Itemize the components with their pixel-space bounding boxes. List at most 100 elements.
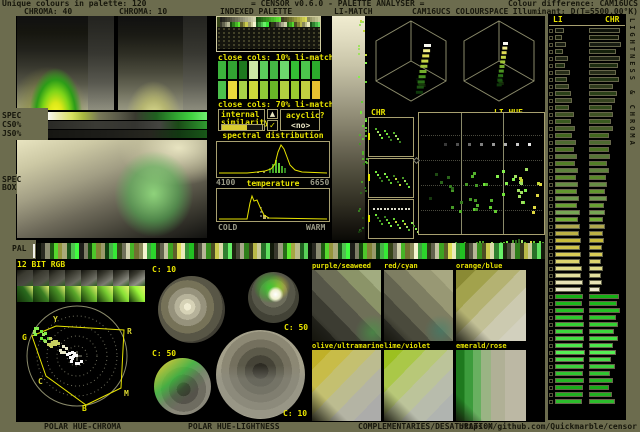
chr-bar (589, 217, 604, 222)
check-button[interactable]: ✓ (267, 120, 278, 131)
mini-scatter-dot (384, 173, 386, 175)
bar-key-box (549, 330, 553, 334)
li-bar (555, 154, 577, 159)
bar-key-box (549, 127, 553, 131)
cube-stack-dot (500, 60, 506, 64)
mini-scatter-dot (373, 208, 375, 210)
scatter-dot (451, 206, 455, 210)
comp-tile-purple-seaweed (312, 270, 381, 341)
mini-scatter-dot (390, 139, 392, 141)
li-bar (555, 182, 579, 187)
chroma10-label: CHROMA: 10 (119, 7, 168, 16)
close-colour-swatch (218, 61, 227, 79)
bar-row (549, 301, 625, 308)
axis-tick (368, 215, 370, 222)
acyclic-value[interactable]: <no> (291, 122, 310, 130)
scatter-dots (419, 113, 544, 234)
li-match-dot (359, 230, 362, 233)
li-bar (555, 378, 584, 383)
bar-key-box (549, 99, 553, 103)
li-match-dot (362, 163, 365, 166)
li-bar (555, 168, 578, 173)
li-bar (555, 371, 583, 376)
li-bar (555, 364, 585, 369)
spec-box-map (17, 140, 207, 238)
scatter-dot (520, 182, 524, 185)
pal-cursor[interactable] (33, 244, 35, 258)
bar-key-box (549, 400, 553, 404)
bar-row (549, 343, 625, 350)
mini-scatter-dot (406, 226, 408, 228)
mini-scatter-dot (415, 228, 417, 230)
mini-scatter-dot (390, 182, 392, 184)
mini-scatter-dot (411, 222, 413, 224)
rgb12-tile (113, 270, 129, 286)
cube-stack-dot (416, 85, 424, 89)
bar-row (549, 273, 625, 280)
bar-row (549, 112, 625, 119)
scatter-dot (474, 183, 478, 187)
bar-key-box (549, 134, 553, 138)
bar-row (549, 126, 625, 133)
chr-bar (589, 154, 611, 159)
polar-dot (68, 352, 72, 356)
rgb12-title: 12 BIT RGB (17, 260, 66, 269)
bar-row (549, 182, 625, 189)
scatter-dot-gray (480, 143, 483, 146)
bar-row (549, 49, 625, 56)
chr-bar (589, 308, 620, 313)
scatter-dot (439, 180, 443, 184)
mini-scatter-dot (393, 132, 395, 134)
scatter-dot (514, 175, 518, 179)
bar-key-box (549, 393, 553, 397)
li-match-dot (364, 190, 367, 193)
mini-scatter-dot (408, 186, 410, 188)
close-colours-row-10 (218, 61, 321, 79)
li-bar (555, 84, 569, 89)
bar-row (549, 119, 625, 126)
close-colour-swatch (228, 81, 237, 99)
mini-scatter-dot (413, 225, 415, 227)
chr-bar (589, 56, 620, 61)
li-bar (555, 322, 585, 327)
bar-row (549, 364, 625, 371)
chr-bar (589, 399, 615, 404)
mini-scatter-dot (404, 180, 406, 182)
chr-bar (589, 35, 619, 40)
li-bar (555, 189, 577, 194)
polar-dot (40, 330, 44, 334)
scatter-dot (511, 177, 515, 181)
bar-row (549, 287, 625, 294)
li-bar (555, 119, 572, 124)
li-bar (555, 385, 583, 390)
close-colour-swatch (311, 81, 321, 99)
li-match-dot (361, 150, 364, 153)
bar-key-box (549, 141, 553, 145)
mini-scatter-dot (377, 217, 379, 219)
github-url-link[interactable]: https://github.com/Quickmarble/censor (459, 423, 637, 431)
cube-stack-dot (420, 64, 428, 68)
colourspace-cube-lihue (463, 20, 535, 102)
polar-lightness-circle-c10-a (158, 276, 225, 343)
chr-bar (589, 112, 614, 117)
scatter-dot (459, 210, 463, 214)
mini-scatter-dot (397, 181, 399, 183)
polar-light-c50-label-a: C: 50 (284, 323, 309, 332)
pal-colour-strip[interactable] (37, 243, 546, 259)
scatter-dot (517, 194, 521, 198)
bar-key-box (549, 43, 553, 47)
scatter-dot (523, 189, 527, 192)
rgb12-tile (17, 286, 33, 302)
polar-dot (54, 342, 58, 346)
scatter-box-3 (368, 199, 419, 239)
rgb12-tile (97, 270, 113, 286)
bar-row (549, 308, 625, 315)
mini-scatter-dot (401, 208, 403, 210)
scatter-dot (516, 188, 520, 192)
li-bar (555, 252, 582, 257)
scatter-box-1 (368, 117, 414, 157)
scatter-dot (469, 198, 473, 202)
chr-bar (589, 357, 612, 362)
bar-row (549, 259, 625, 266)
scroll-up-button[interactable]: ▲ (267, 109, 278, 119)
